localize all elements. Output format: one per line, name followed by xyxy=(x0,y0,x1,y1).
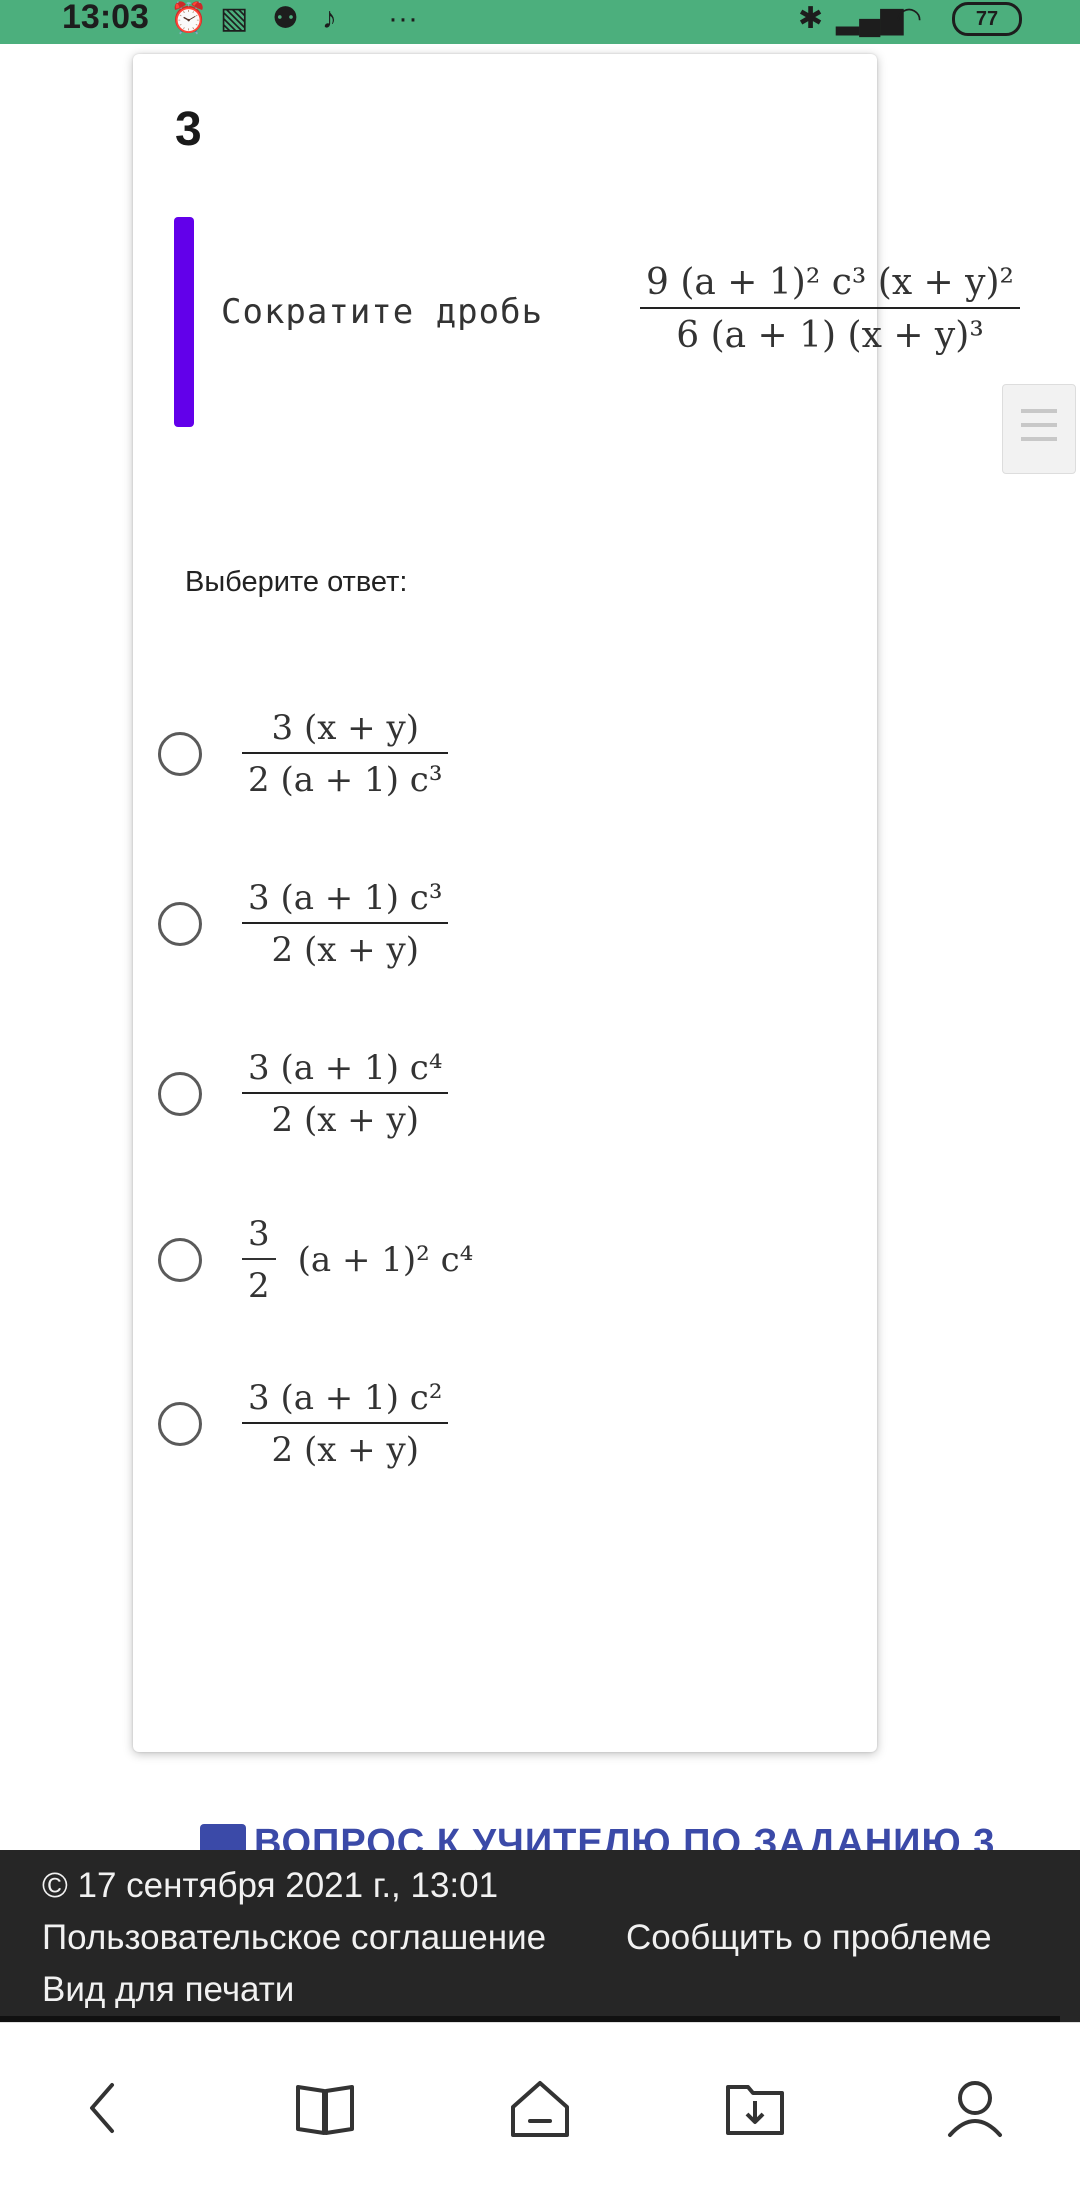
user-agreement-link[interactable]: Пользовательское соглашение xyxy=(42,1918,546,1958)
option-denominator: 2 xyxy=(242,1258,276,1306)
question-text: Сократите дробь xyxy=(221,292,544,332)
option-numerator: 3 (a + 1) c³ xyxy=(248,878,443,918)
option-fraction: 3 (a + 1) c³ 2 (x + y) xyxy=(242,878,449,970)
answer-option-4[interactable]: 3 2 (a + 1)² c⁴ xyxy=(158,1214,473,1306)
option-denominator: 2 (x + y) xyxy=(242,1422,449,1470)
battery-indicator: 77 xyxy=(952,2,1022,36)
answer-option-5[interactable]: 3 (a + 1) c² 2 (x + y) xyxy=(158,1378,449,1470)
home-icon[interactable] xyxy=(505,2073,575,2143)
answer-option-1[interactable]: 3 (x + y) 2 (a + 1) c³ xyxy=(158,708,449,800)
option-fraction: 3 (a + 1) c² 2 (x + y) xyxy=(242,1378,449,1470)
back-icon[interactable] xyxy=(70,2073,140,2143)
wifi-icon: ◠ xyxy=(896,2,923,35)
signal-icon: ▂▄▆ xyxy=(836,2,904,35)
answer-option-2[interactable]: 3 (a + 1) c³ 2 (x + y) xyxy=(158,878,449,970)
more-dots-icon: ··· xyxy=(388,2,418,35)
status-bar: 13:03 ⏰ ▧ ⚉ ♪ ··· ✱ ▂▄▆ ◠ 77 xyxy=(0,0,1080,44)
bluetooth-icon: ✱ xyxy=(798,2,824,35)
app-icon: ⚉ xyxy=(272,2,299,35)
print-view-link[interactable]: Вид для печати xyxy=(42,1970,294,2010)
radio-button[interactable] xyxy=(158,1238,202,1282)
radio-button[interactable] xyxy=(158,902,202,946)
question-number: 3 xyxy=(175,103,202,156)
option-denominator: 2 (a + 1) c³ xyxy=(242,752,449,800)
question-numerator: 9 (a + 1)² c³ (x + y)² xyxy=(646,262,1014,303)
answer-prompt: Выберите ответ: xyxy=(185,566,408,598)
option-fraction: 3 2 xyxy=(242,1214,276,1306)
question-fraction: 9 (a + 1)² c³ (x + y)² 6 (a + 1) (x + y)… xyxy=(640,262,1020,356)
option-expression: 3 2 (a + 1)² c⁴ xyxy=(242,1214,473,1306)
option-factor: (a + 1)² c⁴ xyxy=(297,1240,474,1280)
footer-copyright: © 17 сентября 2021 г., 13:01 xyxy=(42,1866,499,1905)
downloads-icon[interactable] xyxy=(720,2073,790,2143)
radio-button[interactable] xyxy=(158,1072,202,1116)
report-problem-link[interactable]: Сообщить о проблеме xyxy=(626,1918,992,1958)
book-icon[interactable] xyxy=(290,2073,360,2143)
question-accent-bar xyxy=(174,217,194,427)
footer: © 17 сентября 2021 г., 13:01 Пользовател… xyxy=(0,1850,1080,2022)
answer-option-3[interactable]: 3 (a + 1) c⁴ 2 (x + y) xyxy=(158,1048,449,1140)
scroll-handle[interactable] xyxy=(1002,384,1076,474)
gallery-icon: ▧ xyxy=(220,2,249,35)
tiktok-icon: ♪ xyxy=(322,2,337,35)
option-numerator: 3 (a + 1) c² xyxy=(248,1378,443,1418)
radio-button[interactable] xyxy=(158,1402,202,1446)
option-denominator: 2 (x + y) xyxy=(242,1092,449,1140)
option-numerator: 3 (a + 1) c⁴ xyxy=(248,1048,443,1088)
option-numerator: 3 xyxy=(248,1214,270,1254)
profile-icon[interactable] xyxy=(940,2073,1010,2143)
option-denominator: 2 (x + y) xyxy=(242,922,449,970)
bottom-navigation xyxy=(0,2022,1080,2204)
option-fraction: 3 (a + 1) c⁴ 2 (x + y) xyxy=(242,1048,449,1140)
option-fraction: 3 (x + y) 2 (a + 1) c³ xyxy=(242,708,449,800)
option-numerator: 3 (x + y) xyxy=(271,708,419,748)
status-time: 13:03 xyxy=(62,0,149,36)
alarm-off-icon: ⏰ xyxy=(170,2,208,35)
radio-button[interactable] xyxy=(158,732,202,776)
question-denominator: 6 (a + 1) (x + y)³ xyxy=(640,307,1020,356)
